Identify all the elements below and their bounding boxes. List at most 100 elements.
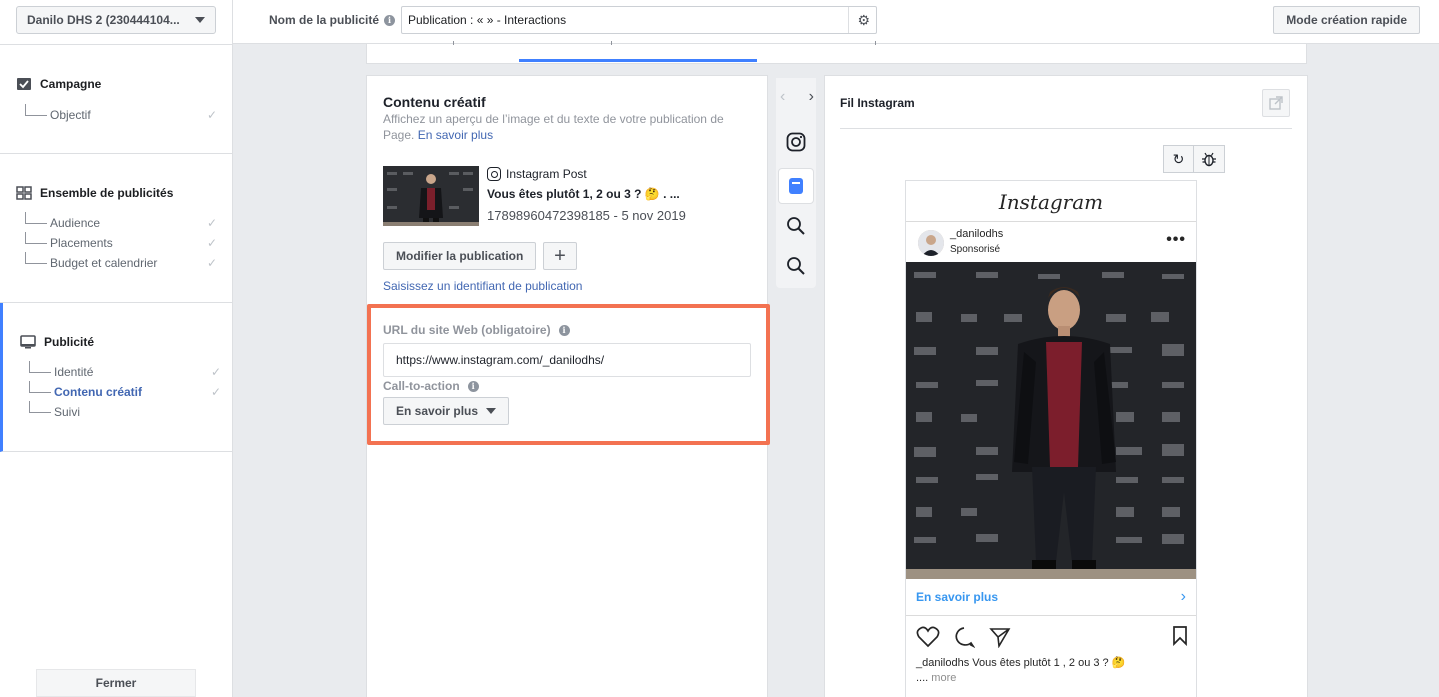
learn-more-link[interactable]: En savoir plus <box>418 128 493 142</box>
tree-branch <box>29 361 51 373</box>
sidebar-item-label: Objectif <box>50 108 91 122</box>
chevron-down-icon <box>486 408 497 414</box>
external-link-icon <box>1269 96 1283 110</box>
comment-icon[interactable] <box>953 626 975 648</box>
adset-heading[interactable]: Ensemble de publicités <box>16 186 173 200</box>
ig-caption: _danilodhs Vous êtes plutôt 1 , 2 ou 3 ?… <box>916 656 1188 686</box>
check-icon: ✓ <box>210 385 221 399</box>
sidebar-item-label: Budget et calendrier <box>50 256 158 270</box>
heart-icon[interactable] <box>916 626 940 648</box>
refresh-button[interactable]: ↻ <box>1163 145 1194 173</box>
gear-icon[interactable]: ⚙ <box>857 12 870 29</box>
monitor-icon <box>20 335 36 349</box>
tree-branch <box>25 212 47 224</box>
feed-icon <box>789 178 803 194</box>
website-url-input[interactable]: https://www.instagram.com/_danilodhs/ <box>383 343 751 377</box>
instagram-logo: Instagram <box>998 190 1104 214</box>
instagram-placement-button[interactable] <box>778 124 814 160</box>
preview-tools: ↻ <box>1163 145 1225 173</box>
account-selector[interactable]: Danilo DHS 2 (230444104... <box>16 6 216 34</box>
checkbox-icon <box>17 78 31 90</box>
tab-divider <box>453 41 454 45</box>
info-icon[interactable]: i <box>384 14 396 26</box>
active-tab-indicator <box>519 59 757 62</box>
tree-branch <box>29 381 51 393</box>
instagram-icon <box>786 132 806 152</box>
ig-sponsored-label: Sponsorisé <box>950 244 1001 255</box>
search-icon <box>787 217 805 235</box>
post-thumbnail-image <box>383 166 479 226</box>
ad-title: Publicité <box>44 335 95 349</box>
ig-action-bar <box>916 626 1188 648</box>
avatar <box>918 230 944 256</box>
refresh-icon: ↻ <box>1172 150 1185 167</box>
post-thumbnail <box>383 166 479 226</box>
tree-branch <box>29 401 51 413</box>
search-placement-button[interactable] <box>778 208 814 244</box>
feed-placement-button[interactable] <box>778 168 814 204</box>
external-link-button[interactable] <box>1262 89 1290 117</box>
modify-post-button[interactable]: Modifier la publication <box>383 242 537 270</box>
ig-username: _danilodhs <box>950 228 1004 240</box>
sidebar-item-budget[interactable]: Budget et calendrier ✓ <box>25 252 217 273</box>
tree-branch <box>25 252 47 264</box>
ad-heading[interactable]: Publicité <box>20 335 94 349</box>
chevron-left-icon[interactable]: ‹ <box>780 88 785 108</box>
sidebar-item-label: Audience <box>50 216 101 230</box>
post-meta: 17898960472398185 - 5 nov 2019 <box>487 208 686 223</box>
preview-title: Fil Instagram <box>840 96 915 110</box>
sidebar-item-label: Identité <box>54 365 94 379</box>
url-field-label: URL du site Web (obligatoire) i <box>383 323 570 337</box>
check-icon: ✓ <box>206 236 217 250</box>
campaign-heading[interactable]: Campagne <box>16 77 101 91</box>
info-icon[interactable]: i <box>467 380 479 392</box>
adset-section: Ensemble de publicités Audience ✓ Placem… <box>0 154 232 303</box>
bookmark-icon[interactable] <box>1172 626 1188 646</box>
cta-field-label-text: Call-to-action <box>383 379 460 393</box>
sidebar-item-audience[interactable]: Audience ✓ <box>25 212 217 233</box>
sidebar-item-objectif[interactable]: Objectif ✓ <box>25 104 217 125</box>
report-bug-button[interactable] <box>1194 145 1225 173</box>
chevron-right-icon[interactable]: › <box>809 88 814 108</box>
sidebar-item-placements[interactable]: Placements ✓ <box>25 232 217 253</box>
add-button[interactable]: + <box>543 242 577 270</box>
cta-select-value: En savoir plus <box>396 404 479 418</box>
more-icon[interactable]: ••• <box>1166 231 1186 249</box>
divider <box>906 221 1196 222</box>
quick-create-mode-button[interactable]: Mode création rapide <box>1273 6 1420 34</box>
sidebar-item-label: Contenu créatif <box>54 385 143 399</box>
search-icon <box>787 257 805 275</box>
cta-select[interactable]: En savoir plus <box>383 397 510 425</box>
info-icon[interactable]: i <box>558 324 570 336</box>
ad-name-label: Nom de la publicité i <box>269 13 396 27</box>
ig-cta-bar[interactable]: En savoir plus › <box>906 579 1196 616</box>
post-title: Vous êtes plutôt 1, 2 ou 3 ? 🤔 . ... <box>487 187 680 201</box>
ad-name-input[interactable]: Publication : « » - Interactions ⚙ <box>401 6 877 34</box>
account-name: Danilo DHS 2 (230444104... <box>27 13 180 27</box>
tabs-strip <box>366 41 1307 64</box>
campaign-title: Campagne <box>40 77 102 91</box>
url-field-label-text: URL du site Web (obligatoire) <box>383 323 551 337</box>
placement-nav: ‹ › <box>780 88 814 108</box>
send-icon[interactable] <box>989 626 1011 648</box>
tab-divider <box>875 41 876 45</box>
tab-divider <box>611 41 612 45</box>
instagram-icon <box>487 167 501 181</box>
post-type: Instagram Post <box>487 167 587 181</box>
ig-caption-user: _danilodhs <box>916 657 970 669</box>
close-button[interactable]: Fermer <box>36 669 196 697</box>
sidebar-item-label: Suivi <box>54 405 81 419</box>
ig-caption-more[interactable]: more <box>931 672 956 684</box>
enter-post-id-link[interactable]: Saisissez un identifiant de publication <box>383 279 582 293</box>
adset-title: Ensemble de publicités <box>40 186 174 200</box>
cta-field-label: Call-to-action i <box>383 379 479 393</box>
ig-cta-label: En savoir plus <box>916 590 999 604</box>
creative-description: Affichez un aperçu de l’image et du text… <box>383 111 743 143</box>
sidebar-item-identite[interactable]: Identité ✓ <box>29 361 221 382</box>
ad-name-value: Publication : « » - Interactions <box>408 13 567 27</box>
ig-caption-text: Vous êtes plutôt 1 , 2 ou 3 ? 🤔 <box>972 657 1126 669</box>
sidebar-item-suivi[interactable]: Suivi <box>29 401 221 422</box>
post-type-label: Instagram Post <box>506 167 587 181</box>
search-placement-button-2[interactable] <box>778 248 814 284</box>
sidebar-item-contenu-creatif[interactable]: Contenu créatif ✓ <box>29 381 221 402</box>
